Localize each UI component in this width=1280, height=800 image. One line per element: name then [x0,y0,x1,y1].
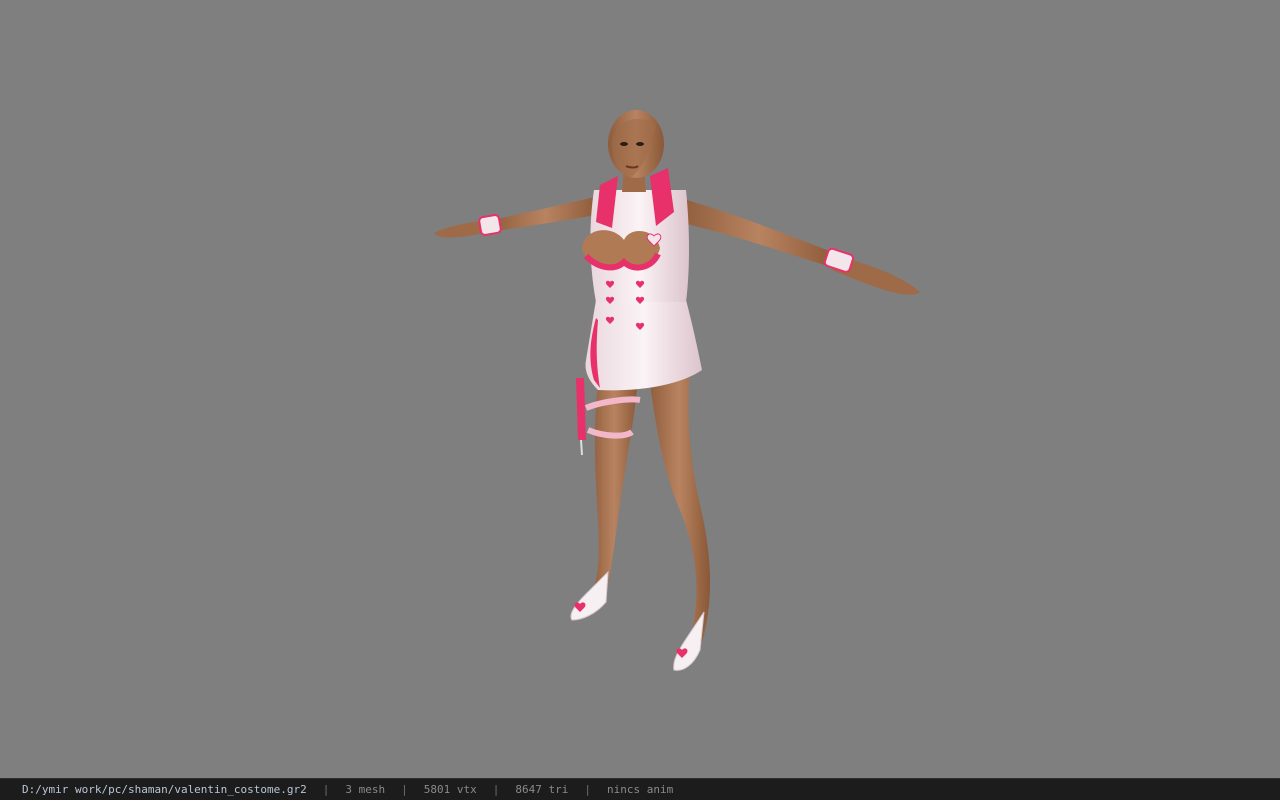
triangle-count: 8647 tri [515,783,569,796]
separator: | [322,783,330,796]
right-shoe [673,611,705,671]
left-arm [488,196,602,232]
animation-status: nincs anim [607,783,674,796]
separator: | [584,783,591,796]
character-model[interactable] [0,0,1280,778]
dress-skirt [585,300,702,391]
syringe-icon [576,378,586,440]
3d-viewport[interactable] [0,0,1280,778]
left-shoe [570,570,609,621]
right-wrist-cuff [823,247,855,273]
left-wrist-cuff [478,214,502,236]
mesh-count: 3 mesh [345,783,386,796]
separator: | [401,783,408,796]
vertex-count: 5801 vtx [423,783,477,796]
file-path: D:/ymir work/pc/shaman/valentin_costome.… [22,783,307,796]
right-arm [678,198,840,268]
separator: | [492,783,500,796]
status-bar: D:/ymir work/pc/shaman/valentin_costome.… [0,778,1280,800]
right-leg [648,370,711,642]
